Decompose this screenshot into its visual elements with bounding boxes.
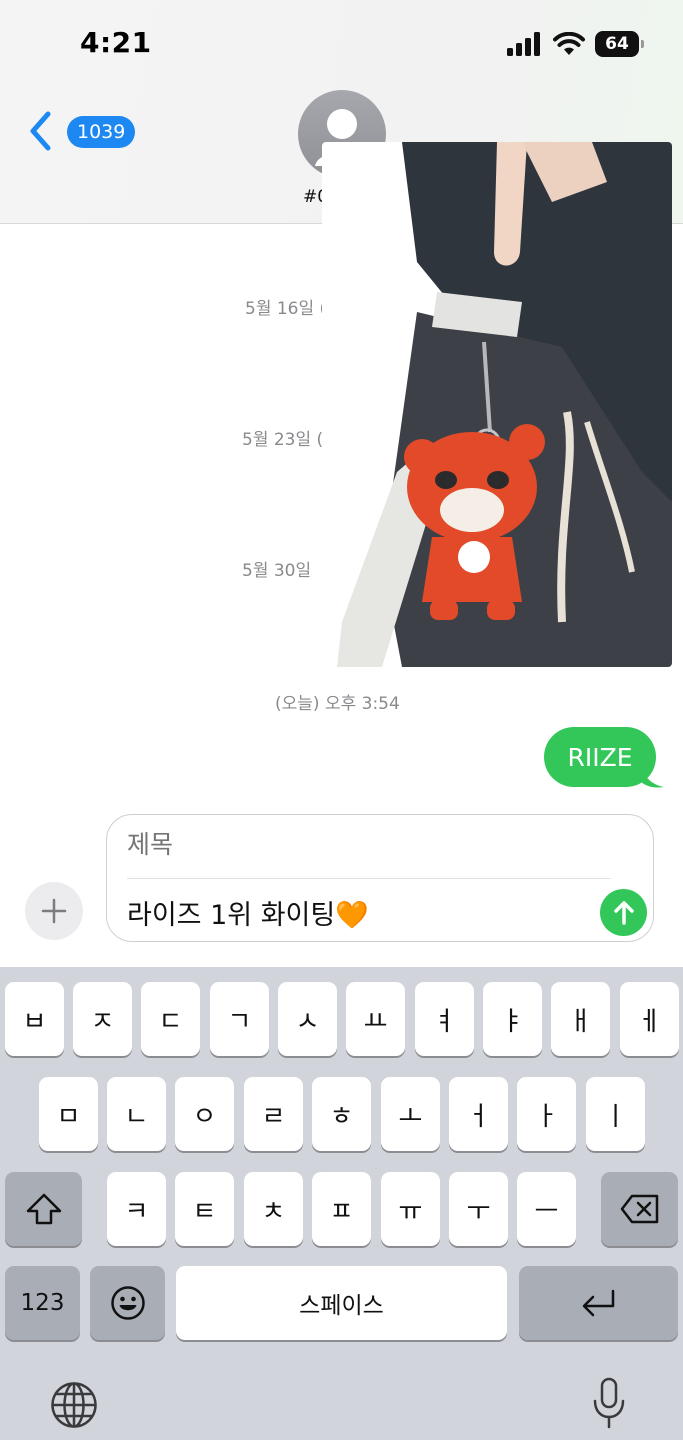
message-input[interactable]: 라이즈 1위 화이팅🧡 [127, 893, 369, 932]
key-ae[interactable]: ㅐ [551, 982, 610, 1056]
key-e[interactable]: ㅔ [620, 982, 679, 1056]
shift-key[interactable] [5, 1172, 82, 1246]
key-u[interactable]: ㅜ [449, 1172, 508, 1246]
plus-icon [41, 898, 67, 924]
backspace-icon [620, 1194, 658, 1224]
battery-level: 64 [605, 34, 629, 54]
key-eu[interactable]: ㅡ [517, 1172, 576, 1246]
korean-keyboard: ㅂ ㅈ ㄷ ㄱ ㅅ ㅛ ㅕ ㅑ ㅐ ㅔ ㅁ ㄴ ㅇ ㄹ ㅎ ㅗ ㅓ ㅏ ㅣ ㅋ … [0, 967, 683, 1440]
key-o[interactable]: ㅗ [381, 1077, 440, 1151]
subject-input[interactable] [127, 831, 607, 860]
key-a[interactable]: ㅏ [517, 1077, 576, 1151]
key-chieut[interactable]: ㅊ [244, 1172, 303, 1246]
add-attachment-button[interactable] [25, 882, 83, 940]
overlay-photo [322, 142, 672, 667]
key-jieut[interactable]: ㅈ [73, 982, 132, 1056]
key-giyeok[interactable]: ㄱ [210, 982, 269, 1056]
key-eo[interactable]: ㅓ [449, 1077, 508, 1151]
send-button[interactable] [600, 889, 647, 936]
key-yeo[interactable]: ㅕ [415, 982, 474, 1056]
key-yo[interactable]: ㅛ [346, 982, 405, 1056]
key-siot[interactable]: ㅅ [278, 982, 337, 1056]
message-text: RIIZE [567, 742, 633, 772]
emoji-icon [110, 1286, 145, 1320]
key-nieun[interactable]: ㄴ [107, 1077, 166, 1151]
return-icon [582, 1289, 614, 1317]
bubble-tail [640, 765, 664, 788]
space-key[interactable]: 스페이스 [176, 1266, 507, 1340]
emoji-key[interactable] [90, 1266, 165, 1340]
key-tieut[interactable]: ㅌ [175, 1172, 234, 1246]
message-timestamp: 5월 30일 [242, 561, 312, 581]
message-timestamp: (오늘) 오후 3:54 [275, 694, 400, 714]
key-hieut[interactable]: ㅎ [312, 1077, 371, 1151]
key-ieung[interactable]: ㅇ [175, 1077, 234, 1151]
backspace-key[interactable] [601, 1172, 678, 1246]
key-digeut[interactable]: ㄷ [141, 982, 200, 1056]
globe-icon[interactable] [50, 1381, 98, 1429]
return-key[interactable] [519, 1266, 678, 1340]
key-i[interactable]: ㅣ [586, 1077, 645, 1151]
key-ya[interactable]: ㅑ [483, 982, 542, 1056]
key-yu[interactable]: ㅠ [381, 1172, 440, 1246]
wifi-icon [553, 32, 585, 55]
unread-count-badge[interactable]: 1039 [67, 116, 136, 148]
microphone-icon[interactable] [592, 1377, 626, 1431]
key-mieum[interactable]: ㅁ [39, 1077, 98, 1151]
key-bieup[interactable]: ㅂ [5, 982, 64, 1056]
key-rieul[interactable]: ㄹ [244, 1077, 303, 1151]
status-time: 4:21 [80, 26, 152, 59]
compose-divider [127, 878, 611, 879]
photo-illustration [322, 142, 672, 667]
back-chevron-icon[interactable] [26, 110, 56, 152]
numbers-key[interactable]: 123 [5, 1266, 80, 1340]
status-icons: 64 [507, 30, 644, 58]
send-arrow-icon [613, 900, 634, 925]
shift-icon [26, 1193, 61, 1225]
message-compose-field[interactable]: 라이즈 1위 화이팅🧡 [106, 814, 654, 942]
battery-icon: 64 [595, 31, 644, 57]
signal-icon [507, 32, 540, 56]
key-kieuk[interactable]: ㅋ [107, 1172, 166, 1246]
key-pieup[interactable]: ㅍ [312, 1172, 371, 1246]
